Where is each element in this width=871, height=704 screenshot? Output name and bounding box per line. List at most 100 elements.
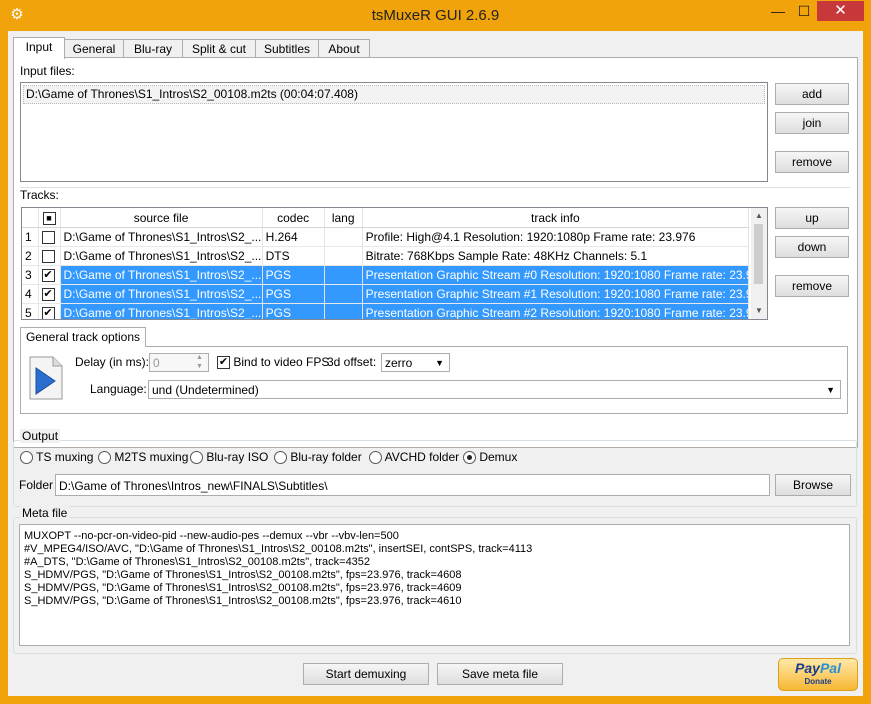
title-bar[interactable]: ⚙ tsMuxeR GUI 2.6.9 — ☐ ✕ — [0, 0, 871, 31]
offset-label: 3d offset: — [327, 355, 377, 369]
folder-input[interactable]: D:\Game of Thrones\Intros_new\FINALS\Sub… — [55, 474, 770, 496]
table-row[interactable]: 1 D:\Game of Thrones\S1_Intros\S2_... H.… — [22, 227, 750, 247]
row-number: 3 — [22, 265, 39, 285]
mode-bluray-iso-label[interactable]: Blu-ray ISO — [206, 450, 268, 464]
track-checkbox-checked[interactable]: ✔ — [41, 307, 55, 319]
mode-avchd-folder-label[interactable]: AVCHD folder — [385, 450, 459, 464]
close-button[interactable]: ✕ — [817, 1, 864, 21]
mode-demux-label[interactable]: Demux — [479, 450, 517, 464]
tab-subtitles[interactable]: Subtitles — [255, 39, 319, 58]
track-lang[interactable] — [324, 303, 363, 319]
tab-general[interactable]: General — [64, 39, 124, 58]
offset-select[interactable]: zerro ▼ — [381, 353, 450, 372]
mode-ts-label[interactable]: TS muxing — [36, 450, 93, 464]
mode-bluray-folder-label[interactable]: Blu-ray folder — [290, 450, 361, 464]
track-checkbox-cell[interactable]: ✔ — [38, 284, 61, 304]
mode-m2ts-label[interactable]: M2TS muxing — [114, 450, 188, 464]
radio-bluray-iso[interactable] — [190, 451, 203, 465]
track-options-panel: Delay (in ms): 0 ▲ ▼ ✔ Bind to video FPS … — [20, 346, 848, 414]
app-window: ⚙ tsMuxeR GUI 2.6.9 — ☐ ✕ Input General … — [0, 0, 871, 704]
track-checkbox-cell[interactable] — [38, 246, 61, 266]
track-checkbox[interactable] — [41, 250, 55, 264]
tab-split-cut[interactable]: Split & cut — [182, 39, 256, 58]
start-demuxing-button[interactable]: Start demuxing — [303, 663, 429, 685]
track-checkbox-cell[interactable]: ✔ — [38, 265, 61, 285]
meta-line: MUXOPT --no-pcr-on-video-pid --new-audio… — [24, 530, 399, 542]
maximize-button[interactable]: ☐ — [791, 1, 817, 21]
track-checkbox-cell[interactable]: ✔ — [38, 303, 61, 319]
select-all-header[interactable]: ■ — [38, 208, 61, 228]
row-number: 2 — [22, 246, 39, 266]
track-codec: DTS — [262, 246, 325, 266]
source-header[interactable]: source file — [60, 208, 263, 228]
join-button[interactable]: join — [775, 112, 849, 134]
scroll-up-icon[interactable]: ▲ — [755, 211, 763, 220]
track-checkbox-checked[interactable]: ✔ — [41, 288, 55, 302]
radio-demux[interactable] — [463, 451, 476, 465]
language-value: und (Undetermined) — [152, 383, 259, 397]
mode-bluray-folder[interactable]: Blu-ray folder — [274, 450, 362, 465]
scroll-thumb[interactable] — [754, 224, 763, 284]
up-button[interactable]: up — [775, 207, 849, 229]
remove-file-button[interactable]: remove — [775, 151, 849, 173]
input-tab-panel: Input files: D:\Game of Thrones\S1_Intro… — [13, 57, 858, 448]
paypal-donate-button[interactable]: PayPal Donate — [778, 658, 858, 691]
radio-bluray-folder[interactable] — [274, 451, 287, 465]
track-codec: H.264 — [262, 227, 325, 247]
meta-textarea[interactable]: MUXOPT --no-pcr-on-video-pid --new-audio… — [19, 524, 850, 646]
bind-fps-checkbox[interactable]: ✔ — [217, 356, 230, 370]
table-row[interactable]: 3 ✔ D:\Game of Thrones\S1_Intros\S2_... … — [22, 265, 750, 285]
bind-fps-option[interactable]: ✔ Bind to video FPS — [217, 355, 329, 370]
track-source: D:\Game of Thrones\S1_Intros\S2_... — [60, 284, 263, 304]
delay-stepper-icon[interactable]: ▲ ▼ — [196, 353, 203, 371]
mode-m2ts[interactable]: M2TS muxing — [98, 450, 188, 465]
track-checkbox-checked[interactable]: ✔ — [41, 269, 55, 283]
row-number: 4 — [22, 284, 39, 304]
track-checkbox[interactable] — [41, 231, 55, 245]
paypal-pay: Pay — [795, 660, 820, 676]
remove-track-button[interactable]: remove — [775, 275, 849, 297]
track-lang[interactable] — [324, 246, 363, 266]
input-file-item[interactable]: D:\Game of Thrones\S1_Intros\S2_00108.m2… — [23, 85, 765, 104]
folder-label: Folder — [19, 478, 54, 492]
mode-bluray-iso[interactable]: Blu-ray ISO — [190, 450, 268, 465]
add-button[interactable]: add — [775, 83, 849, 105]
table-row[interactable]: 4 ✔ D:\Game of Thrones\S1_Intros\S2_... … — [22, 284, 750, 304]
scroll-down-icon[interactable]: ▼ — [755, 306, 763, 315]
tracks-scrollbar[interactable]: ▲ ▼ — [751, 208, 767, 319]
meta-line: S_HDMV/PGS, "D:\Game of Thrones\S1_Intro… — [24, 569, 462, 581]
tracks-table[interactable]: ■ source file codec lang track info 1 D:… — [21, 207, 768, 320]
bind-fps-label[interactable]: Bind to video FPS — [233, 355, 329, 369]
info-header[interactable]: track info — [362, 208, 750, 228]
track-checkbox-cell[interactable] — [38, 227, 61, 247]
tracks-label: Tracks: — [20, 188, 59, 202]
lang-header[interactable]: lang — [324, 208, 363, 228]
track-lang[interactable] — [324, 284, 363, 304]
radio-ts[interactable] — [20, 451, 33, 465]
radio-avchd-folder[interactable] — [369, 451, 382, 465]
mode-ts[interactable]: TS muxing — [20, 450, 93, 465]
track-lang[interactable] — [324, 265, 363, 285]
table-row[interactable]: 2 D:\Game of Thrones\S1_Intros\S2_... DT… — [22, 246, 750, 266]
select-all-checkbox[interactable]: ■ — [42, 211, 56, 225]
input-files-label: Input files: — [20, 64, 75, 78]
track-lang[interactable] — [324, 227, 363, 247]
tab-blu-ray[interactable]: Blu-ray — [123, 39, 183, 58]
browse-button[interactable]: Browse — [775, 474, 851, 496]
save-meta-button[interactable]: Save meta file — [437, 663, 563, 685]
tab-general-track-options[interactable]: General track options — [20, 327, 146, 347]
mode-avchd-folder[interactable]: AVCHD folder — [369, 450, 459, 465]
input-files-list[interactable]: D:\Game of Thrones\S1_Intros\S2_00108.m2… — [20, 82, 768, 182]
table-row[interactable]: 5 ✔ D:\Game of Thrones\S1_Intros\S2_... … — [22, 303, 750, 319]
tab-input[interactable]: Input — [13, 37, 65, 59]
mode-demux[interactable]: Demux — [463, 450, 517, 465]
radio-m2ts[interactable] — [98, 451, 111, 465]
minimize-button[interactable]: — — [765, 1, 791, 21]
language-select[interactable]: und (Undetermined) ▼ — [148, 380, 841, 399]
row-number: 1 — [22, 227, 39, 247]
down-button[interactable]: down — [775, 236, 849, 258]
track-codec: PGS — [262, 284, 325, 304]
codec-header[interactable]: codec — [262, 208, 325, 228]
track-info: Profile: High@4.1 Resolution: 1920:1080p… — [362, 227, 750, 247]
tab-about[interactable]: About — [318, 39, 370, 58]
